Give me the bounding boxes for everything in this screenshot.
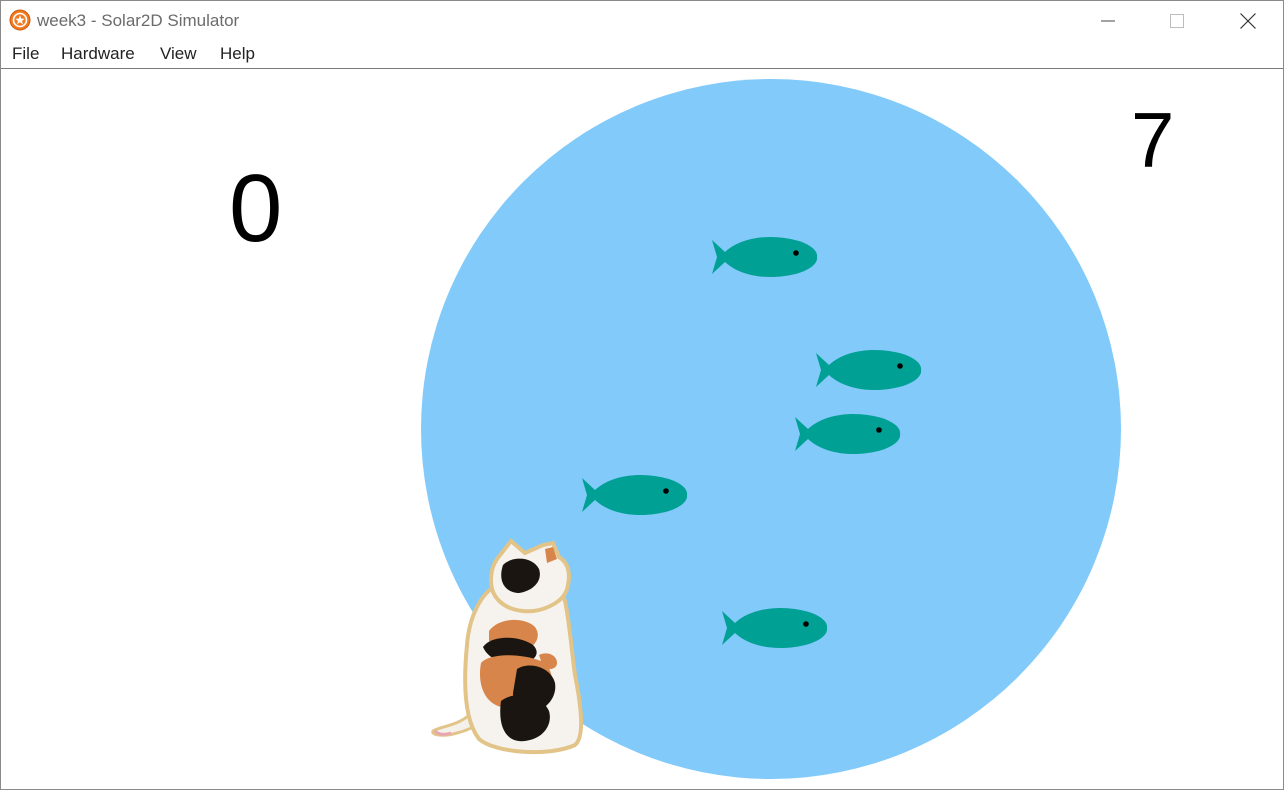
fish-sprite[interactable]: [794, 412, 904, 456]
close-icon: [1240, 13, 1256, 29]
fish-sprite[interactable]: [581, 473, 691, 517]
minimize-icon: [1101, 20, 1115, 22]
calico-cat-sprite[interactable]: [429, 535, 589, 755]
game-canvas[interactable]: 0 7: [1, 69, 1283, 789]
minimize-button[interactable]: [1073, 1, 1143, 41]
fish-sprite[interactable]: [721, 606, 831, 650]
maximize-icon: [1170, 14, 1184, 28]
fish-sprite[interactable]: [711, 235, 821, 279]
score-left-counter: 0: [229, 155, 283, 262]
fish-sprite[interactable]: [815, 348, 925, 392]
menu-hardware[interactable]: Hardware: [61, 44, 135, 64]
menu-view[interactable]: View: [160, 44, 197, 64]
menu-help[interactable]: Help: [220, 44, 255, 64]
title-bar[interactable]: week3 - Solar2D Simulator: [1, 1, 1283, 41]
score-right-counter: 7: [1131, 96, 1175, 184]
close-button[interactable]: [1213, 1, 1283, 41]
solar2d-logo-icon: [9, 9, 31, 31]
menu-file[interactable]: File: [12, 44, 39, 64]
window-title: week3 - Solar2D Simulator: [37, 11, 240, 30]
simulator-window: week3 - Solar2D Simulator File Hardware …: [0, 0, 1284, 790]
maximize-button[interactable]: [1142, 1, 1212, 41]
menu-bar: File Hardware View Help: [1, 41, 1283, 69]
